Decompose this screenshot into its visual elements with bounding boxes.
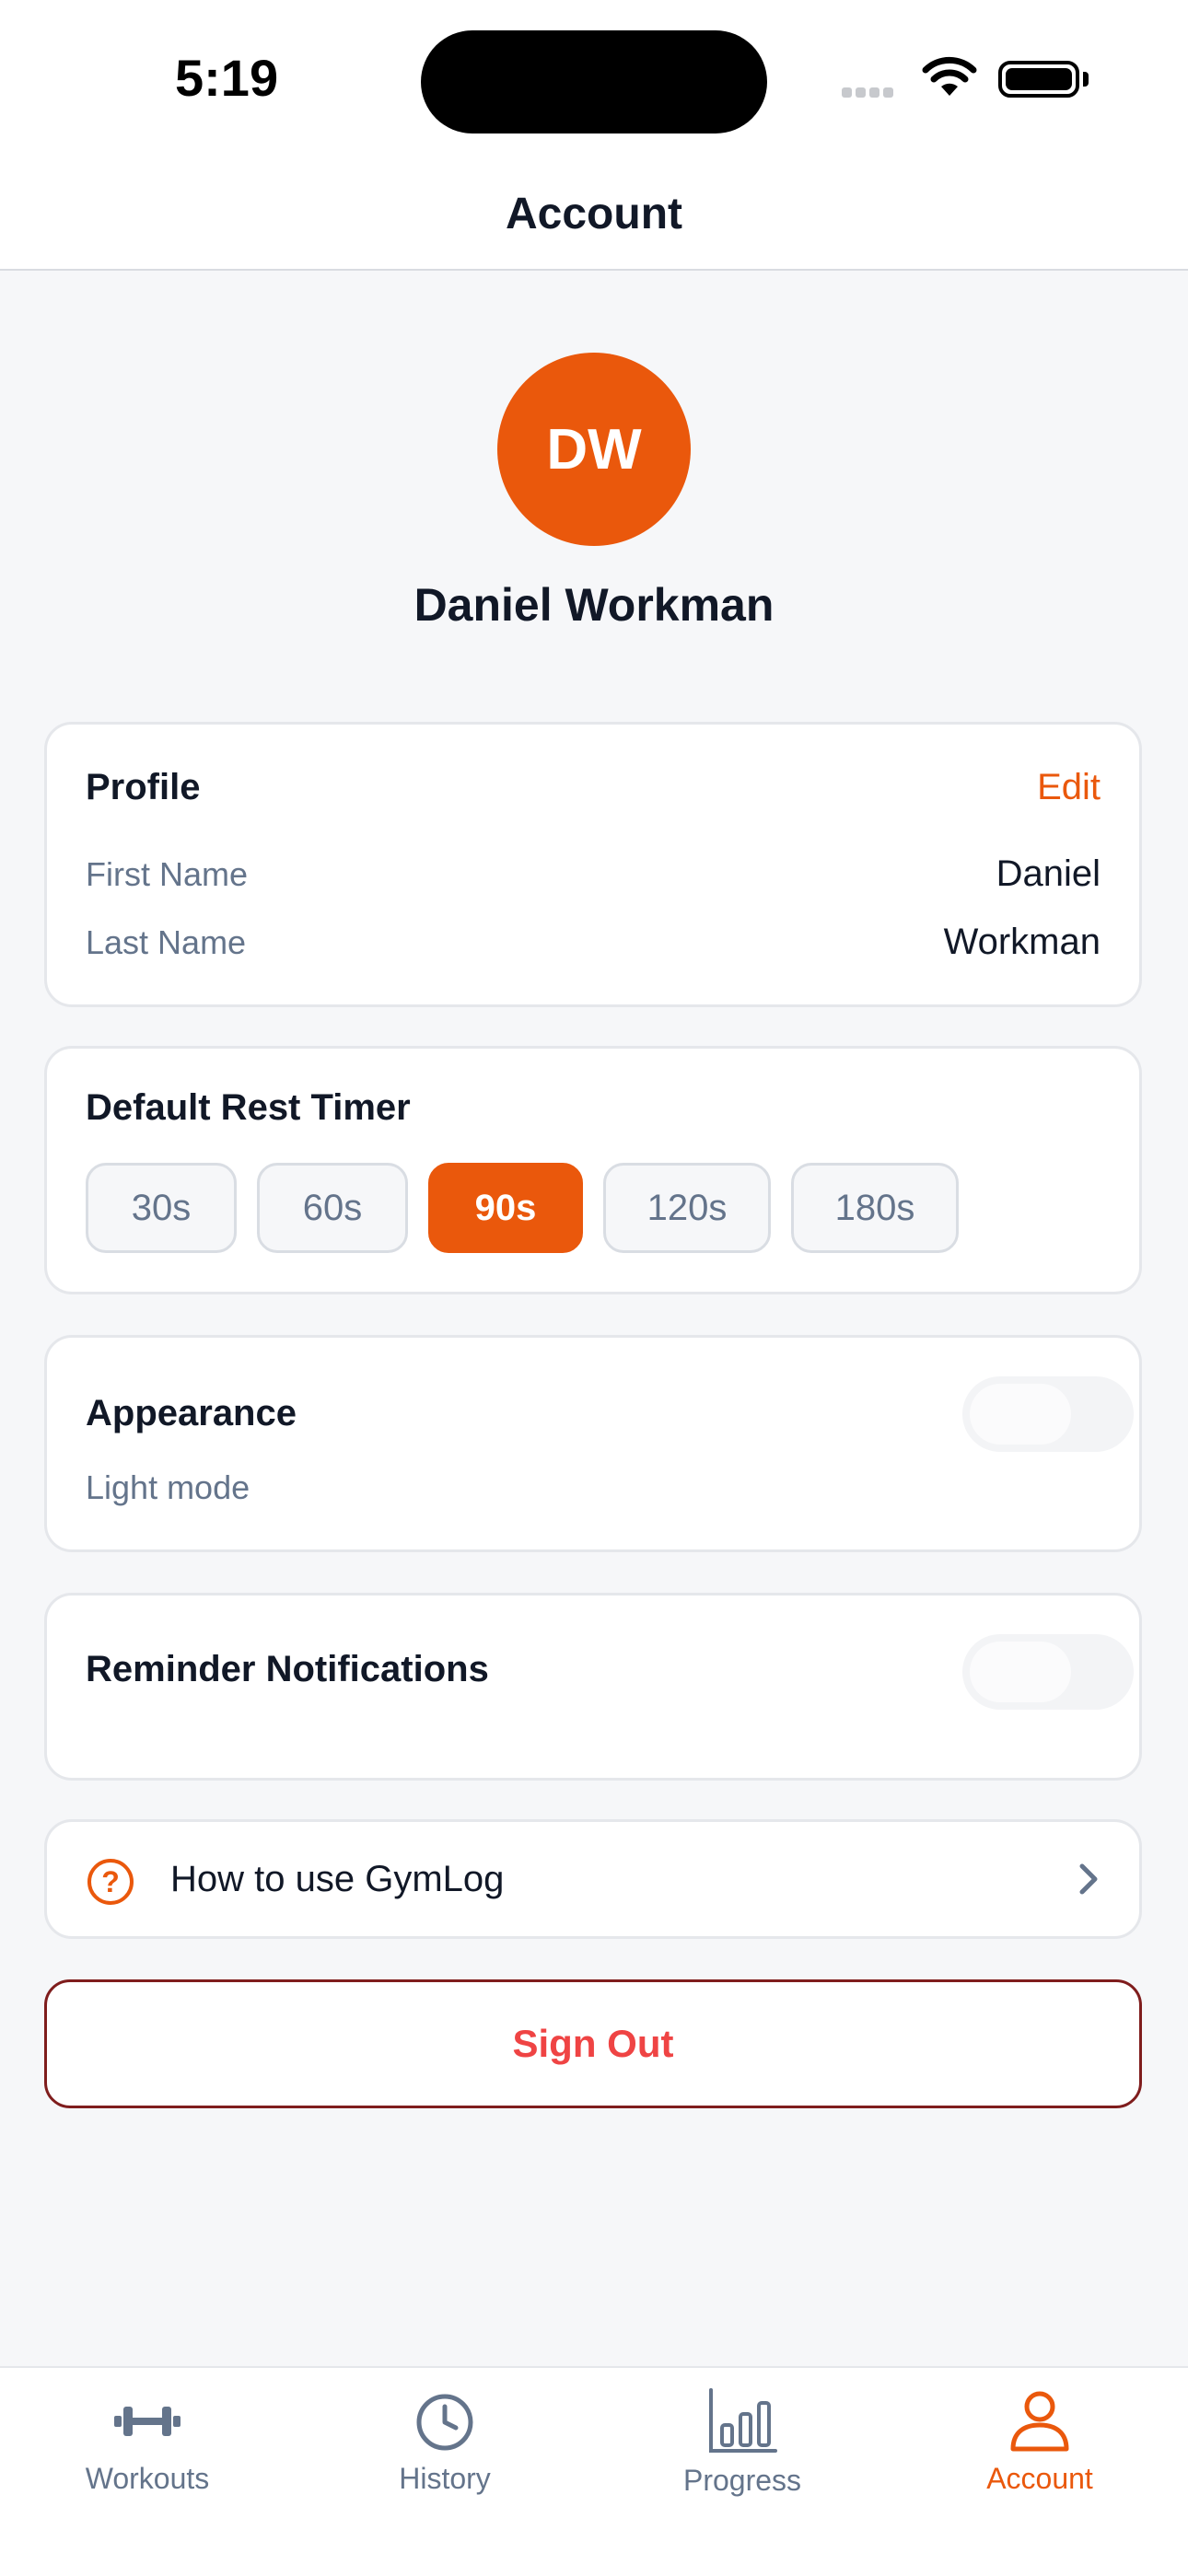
tab-workouts[interactable]: Workouts xyxy=(28,2388,267,2496)
rest-timer-options: 30s 60s 90s 120s 180s xyxy=(86,1163,959,1253)
dumbbell-icon xyxy=(114,2407,181,2436)
help-row[interactable]: ? How to use GymLog xyxy=(44,1819,1142,1939)
user-name: Daniel Workman xyxy=(413,579,775,631)
rest-option-180s[interactable]: 180s xyxy=(791,1163,959,1253)
reminders-card: Reminder Notifications xyxy=(44,1593,1142,1781)
reminders-toggle[interactable] xyxy=(962,1634,1134,1710)
rest-option-120s[interactable]: 120s xyxy=(603,1163,771,1253)
last-name-label: Last Name xyxy=(86,923,247,961)
bar-chart-icon xyxy=(709,2388,777,2453)
status-time: 5:19 xyxy=(175,49,279,107)
battery-icon xyxy=(998,61,1079,98)
rest-option-30s[interactable]: 30s xyxy=(86,1163,237,1253)
tab-history-label: History xyxy=(399,2462,491,2495)
battery-tip xyxy=(1083,72,1089,87)
sign-out-button[interactable]: Sign Out xyxy=(44,1979,1142,2108)
tab-workouts-label: Workouts xyxy=(85,2462,210,2495)
profile-card: Profile Edit First Name Daniel Last Name… xyxy=(44,722,1142,1007)
toggle-knob xyxy=(970,1384,1071,1445)
dynamic-island xyxy=(421,30,767,133)
reminders-title: Reminder Notifications xyxy=(86,1649,489,1689)
first-name-value: Daniel xyxy=(996,853,1101,894)
question-circle-icon: ? xyxy=(87,1859,134,1905)
appearance-card: Appearance Light mode xyxy=(44,1335,1142,1552)
appearance-toggle[interactable] xyxy=(962,1376,1134,1452)
rest-option-60s[interactable]: 60s xyxy=(257,1163,408,1253)
appearance-title: Appearance xyxy=(86,1393,297,1433)
last-name-value: Workman xyxy=(943,922,1101,962)
tab-progress-label: Progress xyxy=(682,2464,802,2497)
tab-bar: Workouts History Progress Account xyxy=(0,2366,1188,2576)
rest-timer-card: Default Rest Timer 30s 60s 90s 120s 180s xyxy=(44,1046,1142,1294)
page-title: Account xyxy=(506,190,682,238)
tab-history[interactable]: History xyxy=(325,2388,565,2496)
help-label: How to use GymLog xyxy=(170,1859,505,1899)
profile-card-title: Profile xyxy=(86,767,201,807)
tab-account-label: Account xyxy=(986,2462,1093,2495)
chevron-right-icon xyxy=(1079,1863,1098,1895)
wifi-icon xyxy=(922,56,977,96)
cellular-signal-icon xyxy=(842,86,906,98)
clock-icon xyxy=(416,2394,473,2451)
rest-option-90s[interactable]: 90s xyxy=(428,1163,583,1253)
rest-timer-title: Default Rest Timer xyxy=(86,1087,411,1128)
toggle-knob xyxy=(970,1642,1071,1702)
edit-profile-button[interactable]: Edit xyxy=(1037,767,1101,808)
status-bar: 5:19 xyxy=(0,0,1188,152)
nav-header: Account xyxy=(0,152,1188,271)
avatar: DW xyxy=(497,353,691,546)
tab-account[interactable]: Account xyxy=(920,2388,1159,2496)
tab-progress[interactable]: Progress xyxy=(623,2388,862,2498)
person-icon xyxy=(1010,2391,1069,2452)
appearance-subtitle: Light mode xyxy=(86,1468,250,1506)
first-name-label: First Name xyxy=(86,855,249,893)
